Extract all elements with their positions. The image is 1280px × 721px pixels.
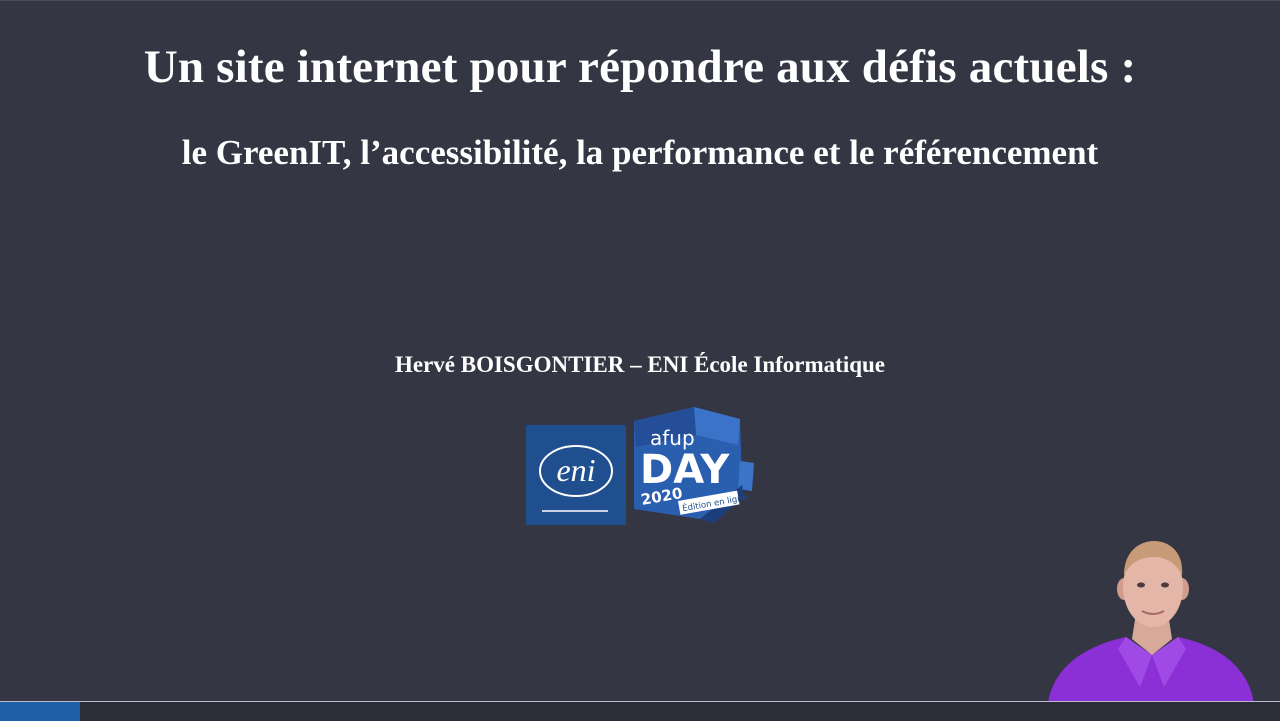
slide-progress-fill [0, 702, 80, 721]
day-text: DAY [640, 447, 730, 493]
webcam-overlay [1048, 541, 1254, 703]
afup-day-logo: afup DAY 2020 Édition en ligne [634, 407, 754, 523]
slide-subtitle: le GreenIT, l’accessibilité, la performa… [181, 133, 1099, 172]
eni-logo-text: eni [556, 452, 595, 488]
speaker-credit: Hervé BOISGONTIER – ENI École Informatiq… [394, 352, 886, 377]
logos-group: eni afup DAY 2020 Édition en ligne [526, 407, 754, 525]
presentation-slide: Un site internet pour répondre aux défis… [0, 0, 1280, 721]
slide-title: Un site internet pour répondre aux défis… [143, 41, 1137, 93]
slide-progress-bar [0, 701, 1280, 721]
eni-logo: eni [526, 425, 626, 525]
